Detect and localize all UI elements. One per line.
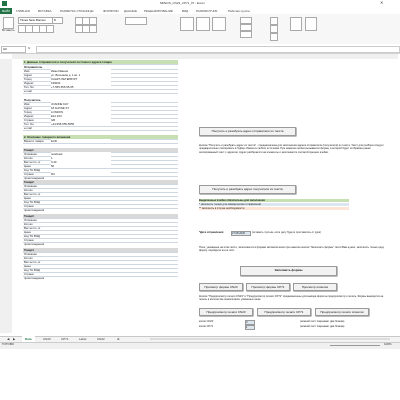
optional-note: ** заполнить в случае необходимости — [199, 207, 349, 211]
preview-cp71-button[interactable]: Просмотр формы CP71 — [246, 283, 290, 291]
copies-cp71-label: копии CP71 — [199, 325, 214, 328]
print-label-button[interactable]: Предпросмотр печати этикетки — [315, 308, 369, 316]
status-text: ГОТОВО — [2, 342, 15, 346]
cell-styles-icon[interactable] — [212, 17, 226, 31]
name-box[interactable]: A3 — [1, 46, 26, 53]
font-name-select[interactable]: Times New Roman — [18, 17, 53, 24]
merge-icon[interactable] — [89, 25, 97, 33]
parse-sender-button[interactable]: Получить и разобрать адрес отправителя и… — [199, 127, 296, 136]
item-row: Страна происхождения — [23, 272, 178, 280]
clear-icon[interactable] — [270, 33, 278, 41]
sort-filter-icon[interactable] — [290, 17, 302, 31]
recipient-row: e-mail — [23, 126, 178, 131]
date-field[interactable]: 27.08.2020 — [231, 231, 251, 237]
title-bar: MPEOS_CN23_CP71_07 - Excel ✕ — [0, 0, 400, 8]
fill-color-icon[interactable] — [46, 25, 54, 33]
preview-label-button[interactable]: Просмотр этикетки — [293, 283, 337, 291]
date-label: *Дата отправления — [199, 231, 224, 234]
help-text-parse: Кнопка "Получить и разобрать адрес из те… — [199, 144, 384, 154]
wrap-text-icon[interactable] — [89, 17, 97, 25]
delete-cells-icon[interactable] — [240, 24, 252, 31]
copies-cn23-label: копии CN23 — [199, 320, 214, 323]
item-row: Страна происхождения — [23, 238, 178, 246]
formula-input[interactable] — [36, 46, 400, 53]
number-format-select[interactable] — [125, 17, 147, 25]
zoom-slider[interactable] — [330, 345, 380, 346]
autosum-icon[interactable] — [270, 17, 278, 25]
sender-row: e-mail — [23, 89, 178, 94]
format-cells-icon[interactable] — [240, 31, 252, 38]
help-text-print: Кнопки "Предпросмотр печати CN23" и "Пре… — [199, 295, 384, 302]
item-origin-field[interactable]: RU — [51, 172, 111, 176]
paste-label: Вставить — [2, 28, 15, 32]
required-cells-note: Выделенные ячейки обязательны для заполн… — [199, 199, 349, 203]
copies-cp71-field[interactable]: 1 — [245, 325, 255, 331]
copies-cp71-hint: (нижний лист покрывает два бланка) — [300, 325, 345, 328]
fill-icon[interactable] — [270, 25, 278, 33]
fill-forms-button[interactable]: Заполнить формы — [240, 266, 337, 276]
print-cn23-button[interactable]: Предпросмотр печати CN23 — [199, 308, 253, 316]
window-title: MPEOS_CN23_CP71_07 - Excel — [160, 1, 205, 5]
conditional-format-icon[interactable] — [180, 17, 194, 31]
date-hint: (оставить пустым, если дату будете прост… — [252, 231, 322, 234]
commercial-note: * заполнить только для коммерческих отпр… — [199, 203, 349, 207]
font-size-select[interactable]: 8 — [52, 17, 63, 24]
help-text-fill: Поле, указанные на этом листе, заполняют… — [199, 246, 385, 253]
find-select-icon[interactable] — [305, 17, 317, 31]
data-form-panel: 1. Данные отправителя и получателя почто… — [23, 60, 178, 325]
item-row: Страна происхождения RU — [23, 172, 178, 180]
currency-field[interactable]: EUR — [51, 139, 111, 143]
print-cp71-button[interactable]: Предпросмотр печати CP71 — [257, 308, 311, 316]
currency-row: Валюта товара EUR — [23, 139, 178, 144]
ribbon: Вставить Times New Roman 8 — [0, 14, 400, 45]
format-table-icon[interactable] — [196, 17, 210, 31]
preview-cn23-button[interactable]: Просмотр формы CN23 — [199, 283, 243, 291]
close-icon[interactable]: ✕ — [380, 0, 383, 5]
excel-logo-icon — [2, 1, 7, 6]
insert-cells-icon[interactable] — [240, 17, 252, 24]
fx-icon[interactable]: fx — [28, 46, 30, 50]
parse-recipient-button[interactable]: Получить и разобрать адрес получателя из… — [199, 185, 296, 194]
horizontal-scrollbar[interactable] — [150, 338, 390, 340]
zoom-level: 100% — [384, 342, 392, 346]
copies-cn23-hint: (нижний лист покрывает два бланка) — [300, 320, 345, 323]
item-row: Страна происхождения — [23, 204, 178, 212]
